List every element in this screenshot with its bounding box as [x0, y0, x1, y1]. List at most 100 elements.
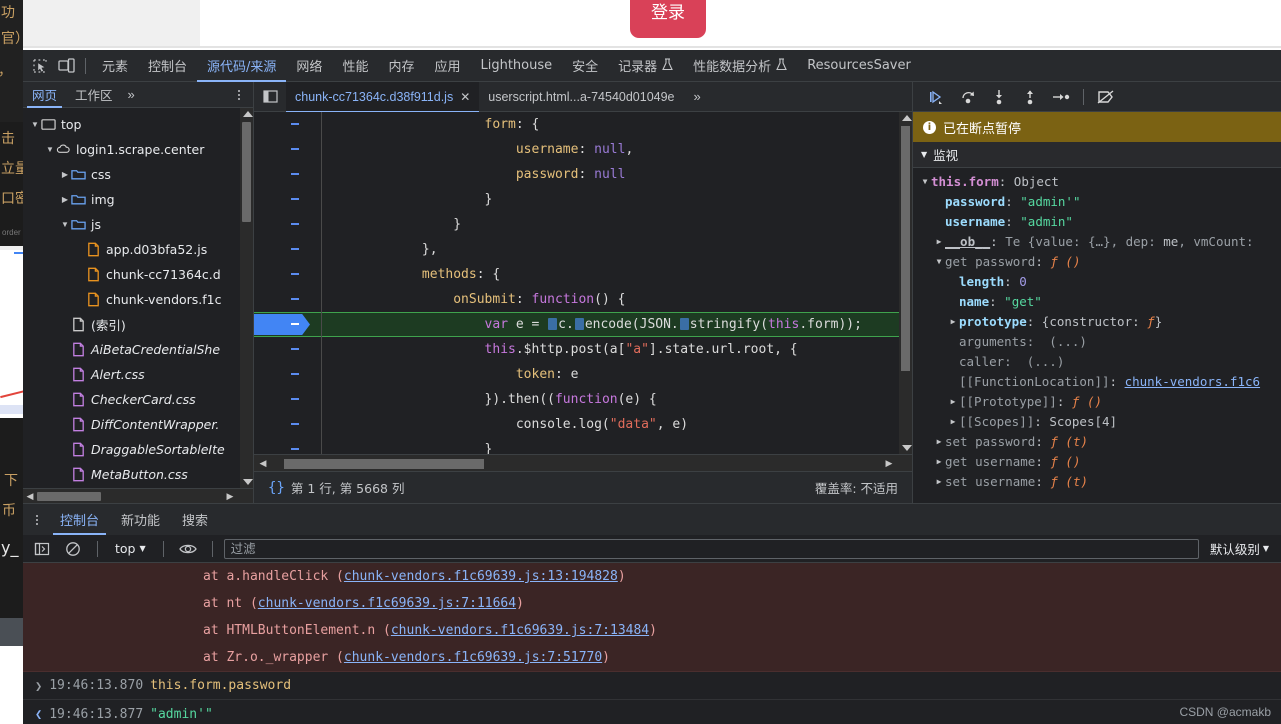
- tab-5[interactable]: 内存: [378, 50, 424, 82]
- drawer-tab-1[interactable]: 新功能: [110, 504, 171, 535]
- tree-item[interactable]: MetaButton.css: [23, 462, 253, 487]
- line-gutter[interactable]: [254, 187, 321, 212]
- line-gutter[interactable]: [254, 437, 321, 454]
- tree-item[interactable]: CheckerCard.css: [23, 387, 253, 412]
- tab-4[interactable]: 性能: [332, 50, 378, 82]
- watch-row[interactable]: ▼ this.form: Object: [913, 172, 1281, 192]
- step-out-icon[interactable]: [1016, 84, 1044, 110]
- scroll-right-icon[interactable]: ▶: [223, 491, 237, 502]
- tree-item[interactable]: DraggableSortableIte: [23, 437, 253, 462]
- line-gutter[interactable]: [254, 212, 321, 237]
- tab-8[interactable]: 安全: [562, 50, 608, 82]
- watch-token[interactable]: chunk-vendors.f1c6: [1125, 372, 1260, 392]
- chevron-right-icon[interactable]: ▶: [947, 312, 959, 332]
- chevron-down-icon[interactable]: ▼: [44, 145, 56, 154]
- line-gutter[interactable]: [254, 237, 321, 262]
- tab-10[interactable]: 性能数据分析: [683, 50, 797, 82]
- pretty-print-icon[interactable]: {}: [268, 480, 285, 496]
- drawer-more-options-icon[interactable]: [29, 511, 45, 529]
- chevron-down-icon[interactable]: ▼: [933, 252, 945, 272]
- console-context-selector[interactable]: top ▼: [109, 541, 152, 556]
- watch-row[interactable]: ▶ get username: ƒ (): [913, 452, 1281, 472]
- tab-0[interactable]: 元素: [92, 50, 138, 82]
- line-gutter[interactable]: [254, 162, 321, 187]
- tree-item[interactable]: chunk-cc71364c.d: [23, 262, 253, 287]
- tab-6[interactable]: 应用: [424, 50, 470, 82]
- tab-1[interactable]: 控制台: [138, 50, 197, 82]
- tab-9[interactable]: 记录器: [608, 50, 683, 82]
- breakpoint-marker[interactable]: [254, 312, 321, 337]
- navigator-more-options-icon[interactable]: [231, 86, 247, 104]
- console-filter-input[interactable]: [223, 538, 1199, 559]
- tab-11[interactable]: ResourcesSaver: [797, 50, 921, 82]
- watch-row[interactable]: ▶ [[Scopes]]: Scopes[4]: [913, 412, 1281, 432]
- tree-item[interactable]: chunk-vendors.f1c: [23, 287, 253, 312]
- watch-row[interactable]: ▶ [[Prototype]]: ƒ (): [913, 392, 1281, 412]
- watch-row[interactable]: arguments: (...): [913, 332, 1281, 352]
- watch-row[interactable]: password: "admin'": [913, 192, 1281, 212]
- chevron-right-icon[interactable]: ▶: [933, 472, 945, 492]
- step-icon[interactable]: [1047, 84, 1075, 110]
- watch-section-header[interactable]: ▼ 监视: [913, 142, 1281, 168]
- navigator-vertical-scrollbar[interactable]: [240, 108, 253, 488]
- editor-tab-1[interactable]: userscript.html...a-74540d01049e: [479, 82, 683, 112]
- inspect-element-icon[interactable]: [27, 53, 53, 79]
- line-gutter[interactable]: [254, 137, 321, 162]
- chevron-right-icon[interactable]: ▶: [947, 392, 959, 412]
- watch-row[interactable]: ▶ set username: ƒ (t): [913, 472, 1281, 492]
- navigator-more-tabs[interactable]: »: [122, 87, 141, 102]
- eye-icon[interactable]: [175, 536, 201, 562]
- fold-marker-icon[interactable]: [574, 318, 584, 330]
- login-button[interactable]: 登录: [630, 0, 706, 38]
- line-gutter[interactable]: [254, 337, 321, 362]
- editor-scroll-left-icon[interactable]: ◀: [256, 458, 270, 469]
- tree-item[interactable]: ▼ login1.scrape.center: [23, 137, 253, 162]
- editor-horizontal-scrollbar[interactable]: ◀ ▶: [254, 454, 912, 471]
- step-into-icon[interactable]: [985, 84, 1013, 110]
- line-gutter[interactable]: [254, 112, 321, 137]
- line-gutter[interactable]: [254, 412, 321, 437]
- editor-scroll-right-icon[interactable]: ▶: [882, 458, 896, 469]
- editor-vertical-scrollbar[interactable]: [899, 112, 912, 454]
- watch-row[interactable]: ▶ set password: ƒ (t): [913, 432, 1281, 452]
- tree-item[interactable]: Alert.css: [23, 362, 253, 387]
- watch-row[interactable]: ▶ prototype: {constructor: ƒ}: [913, 312, 1281, 332]
- chevron-right-icon[interactable]: ▶: [933, 452, 945, 472]
- step-over-icon[interactable]: [954, 84, 982, 110]
- resume-script-icon[interactable]: [923, 84, 951, 110]
- tree-item[interactable]: (索引): [23, 312, 253, 337]
- watch-row[interactable]: name: "get": [913, 292, 1281, 312]
- chevron-right-icon[interactable]: ▶: [933, 432, 945, 452]
- line-gutter[interactable]: [254, 262, 321, 287]
- tree-item[interactable]: ▼ top: [23, 112, 253, 137]
- watch-row[interactable]: caller: (...): [913, 352, 1281, 372]
- chevron-down-icon[interactable]: ▼: [919, 172, 931, 192]
- console-level-selector[interactable]: 默认级别 ▼: [1204, 539, 1275, 558]
- watch-row[interactable]: ▼ get password: ƒ (): [913, 252, 1281, 272]
- tree-item[interactable]: ▶ css: [23, 162, 253, 187]
- chevron-right-icon[interactable]: ▶: [59, 195, 71, 204]
- navigator-tab-0[interactable]: 网页: [23, 82, 66, 108]
- line-gutter[interactable]: [254, 287, 321, 312]
- stack-frame-link[interactable]: chunk-vendors.f1c69639.js:7:51770: [344, 650, 602, 665]
- navigator-tab-1[interactable]: 工作区: [66, 82, 122, 108]
- editor-tab-0[interactable]: chunk-cc71364c.d38f911d.js ✕: [286, 81, 480, 113]
- tree-item[interactable]: app.d03bfa52.js: [23, 237, 253, 262]
- stack-frame-link[interactable]: chunk-vendors.f1c69639.js:13:194828: [344, 569, 618, 584]
- navigator-horizontal-scrollbar[interactable]: ◀ ▶: [23, 488, 253, 503]
- show-navigator-icon[interactable]: [257, 84, 283, 110]
- scroll-left-icon[interactable]: ◀: [23, 491, 37, 502]
- sidebar-toggle-icon[interactable]: [29, 536, 55, 562]
- tab-2[interactable]: 源代码/来源: [197, 50, 287, 82]
- chevron-right-icon[interactable]: ▶: [59, 170, 71, 179]
- chevron-right-icon[interactable]: ▶: [933, 232, 945, 252]
- stack-frame-link[interactable]: chunk-vendors.f1c69639.js:7:11664: [258, 596, 516, 611]
- tree-item[interactable]: AiBetaCredentialShe: [23, 337, 253, 362]
- deactivate-breakpoints-icon[interactable]: [1092, 84, 1120, 110]
- line-gutter[interactable]: [254, 362, 321, 387]
- watch-row[interactable]: ▶ __ob__: Te {value: {…}, dep: me, vmCoun…: [913, 232, 1281, 252]
- fold-marker-icon[interactable]: [548, 318, 558, 330]
- code-editor[interactable]: form: { username: null, password: null }…: [254, 112, 912, 454]
- watch-row[interactable]: username: "admin": [913, 212, 1281, 232]
- chevron-down-icon[interactable]: ▼: [59, 220, 71, 229]
